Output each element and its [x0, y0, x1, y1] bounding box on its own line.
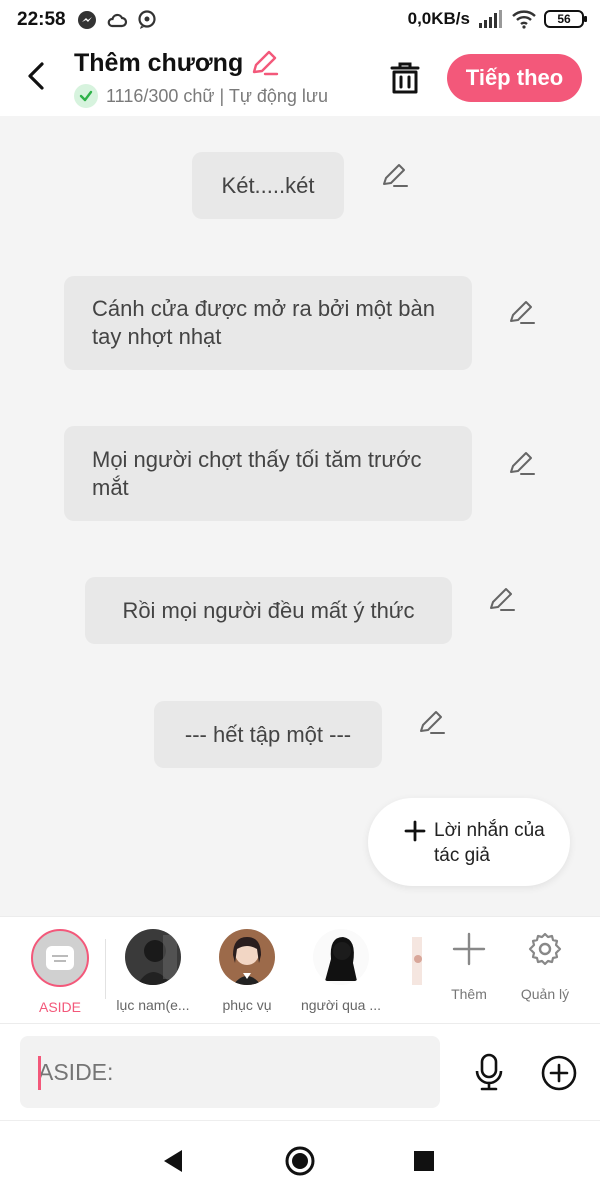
divider: [105, 939, 106, 999]
messenger-icon: [78, 11, 96, 29]
nav-recents-icon[interactable]: [408, 1145, 440, 1177]
add-character-button[interactable]: Thêm: [434, 931, 504, 1002]
text-caret: [38, 1056, 41, 1090]
avatar: [219, 929, 275, 985]
manage-label: Quản lý: [520, 986, 570, 1002]
edit-pen-icon[interactable]: [417, 707, 447, 737]
microphone-icon[interactable]: [470, 1052, 508, 1092]
chat-bubble-icon: [138, 10, 156, 29]
input-bar: [0, 1024, 600, 1120]
message-input[interactable]: [20, 1036, 440, 1108]
character-name: lục nam(e...: [116, 997, 190, 1013]
message-bubble[interactable]: --- hết tập một ---: [154, 701, 382, 768]
edit-pen-icon[interactable]: [507, 297, 537, 327]
character-name: ASIDE: [38, 999, 81, 1015]
message-bubble[interactable]: Mọi người chợt thấy tối tăm trước mắt: [64, 426, 472, 521]
chapter-content[interactable]: Két.....két Cánh cửa được mở ra bởi một …: [0, 116, 600, 916]
system-nav-bar: [0, 1120, 600, 1200]
avatar-partial: [412, 937, 422, 985]
cloud-icon: [107, 13, 128, 28]
nav-back-icon[interactable]: [158, 1145, 190, 1177]
manage-button[interactable]: Quản lý: [510, 931, 580, 1002]
character-aside[interactable]: ASIDE: [15, 929, 105, 1015]
character-name: người qua ...: [300, 997, 382, 1013]
aside-avatar: [31, 929, 89, 987]
signal-icon: [479, 10, 502, 28]
check-icon: [74, 84, 98, 108]
author-note-button[interactable]: Lời nhắn của tác giả: [368, 798, 570, 886]
character-item[interactable]: người qua ...: [296, 929, 386, 1013]
aside-icon: [46, 946, 74, 970]
character-item[interactable]: lục nam(e...: [108, 929, 198, 1013]
edit-pen-icon[interactable]: [507, 448, 537, 478]
back-arrow-icon[interactable]: [20, 56, 56, 96]
gear-icon: [528, 932, 562, 966]
character-item[interactable]: phục vụ: [202, 929, 292, 1013]
trash-icon[interactable]: [388, 60, 422, 96]
character-name: phục vụ: [222, 997, 272, 1013]
wifi-icon: [512, 10, 536, 29]
character-bar: ASIDE lục nam(e... phục vụ người qua ...…: [0, 916, 600, 1024]
edit-title-icon[interactable]: [249, 48, 279, 78]
add-label: Thêm: [451, 986, 487, 1002]
status-bar: 22:58 0,0KB/s 56: [0, 0, 600, 40]
status-time: 22:58: [17, 9, 66, 30]
edit-pen-icon[interactable]: [380, 160, 410, 190]
avatar: [313, 929, 369, 985]
message-bubble[interactable]: Rồi mọi người đều mất ý thức: [85, 577, 452, 644]
page-title: Thêm chương: [74, 48, 244, 77]
message-bubble[interactable]: Cánh cửa được mở ra bởi một bàn tay nhợt…: [64, 276, 472, 370]
nav-home-icon[interactable]: [284, 1145, 316, 1177]
header: Thêm chương 1116/300 chữ | Tự động lưu T…: [0, 40, 600, 116]
word-count-status: 1116/300 chữ | Tự động lưu: [106, 85, 328, 106]
plus-icon: [452, 932, 486, 966]
author-note-label: Lời nhắn của tác giả: [434, 820, 545, 866]
edit-pen-icon[interactable]: [487, 584, 517, 614]
avatar: [125, 929, 181, 985]
add-circle-icon[interactable]: [540, 1054, 578, 1092]
network-speed: 0,0KB/s: [407, 9, 470, 28]
next-button[interactable]: Tiếp theo: [447, 54, 582, 102]
plus-icon: [404, 820, 426, 842]
message-bubble[interactable]: Két.....két: [192, 152, 344, 219]
battery-indicator: 56: [544, 10, 587, 28]
